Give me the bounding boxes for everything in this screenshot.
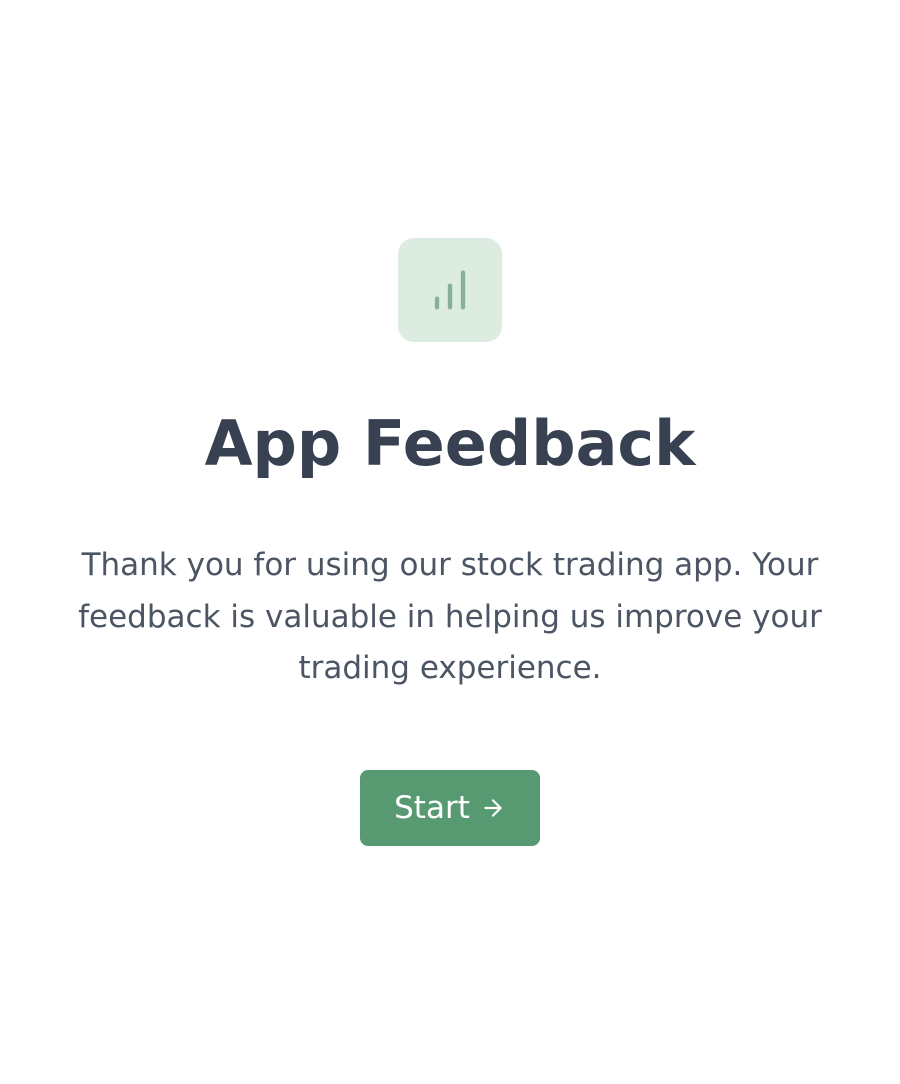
start-button-label: Start — [394, 790, 470, 826]
page-title: App Feedback — [205, 410, 696, 478]
page-description: Thank you for using our stock trading ap… — [40, 540, 860, 693]
arrow-right-icon — [480, 795, 506, 821]
start-button[interactable]: Start — [360, 770, 540, 846]
bar-chart-icon — [424, 264, 476, 316]
feedback-intro-container: App Feedback Thank you for using our sto… — [40, 238, 860, 846]
chart-icon-box — [398, 238, 502, 342]
